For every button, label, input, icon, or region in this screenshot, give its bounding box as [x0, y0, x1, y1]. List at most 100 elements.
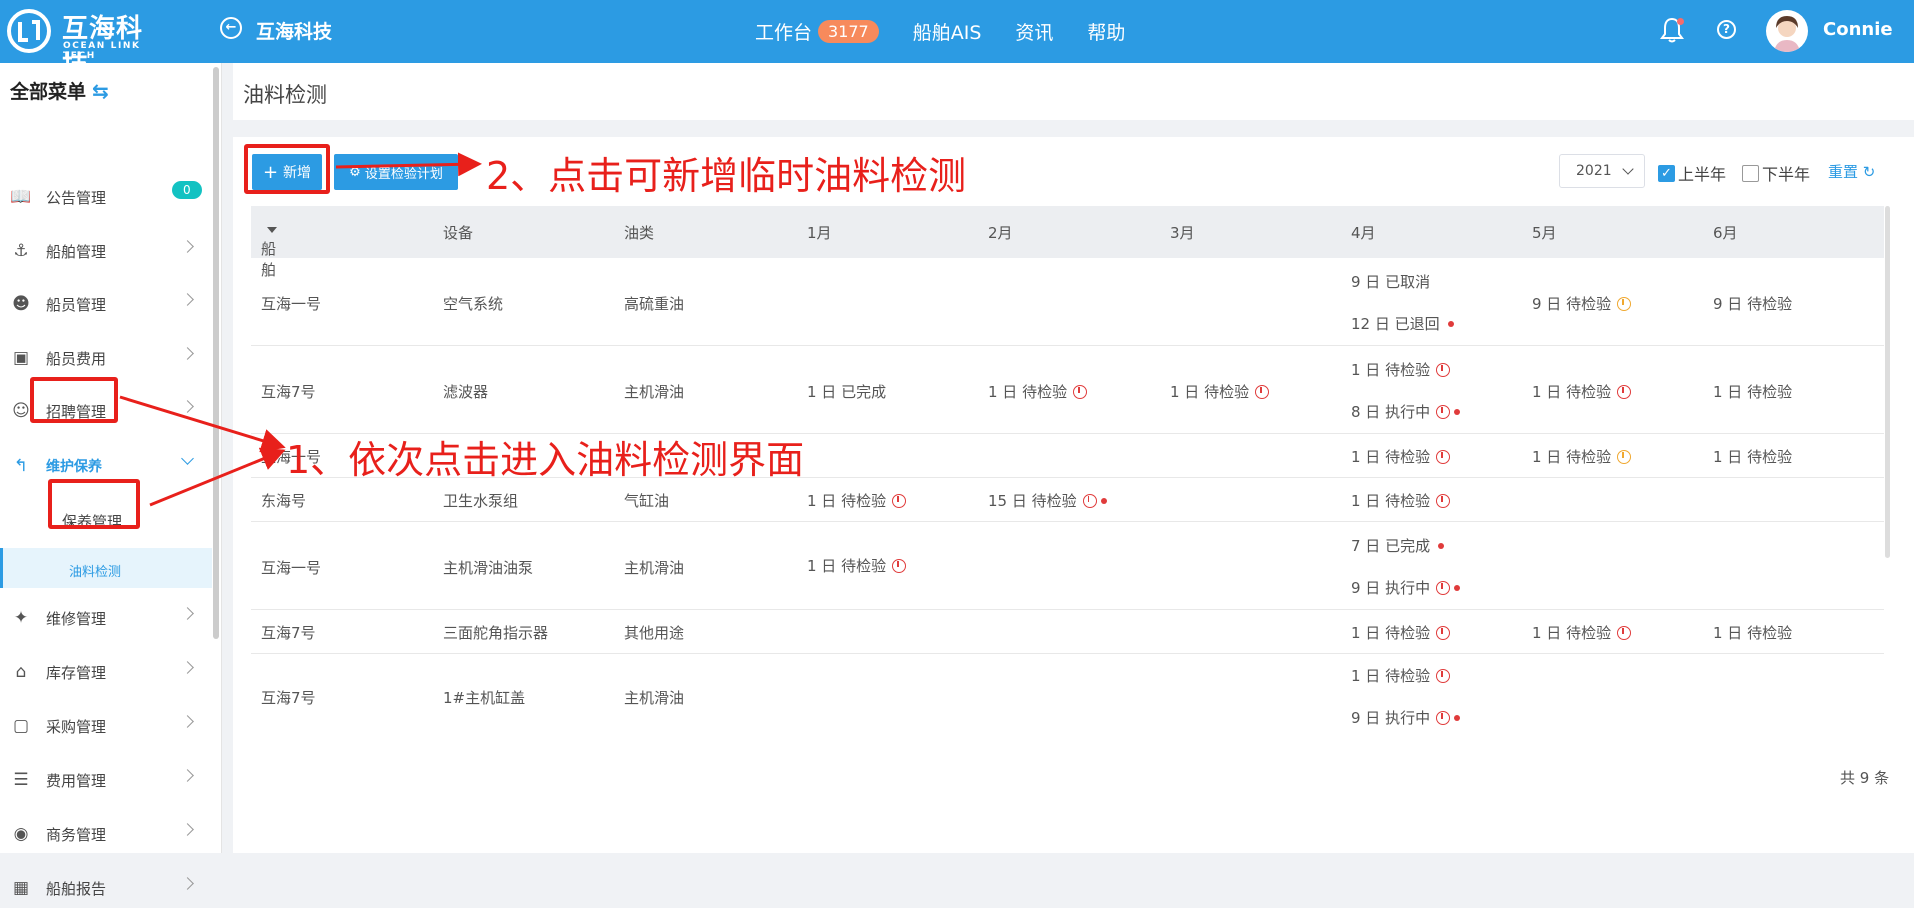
table-row[interactable]: 互海7号 三面舵角指示器 其他用途 1 日 待检验 1 日 待检验 1 日 待检…	[251, 610, 1884, 654]
total-count: 共 9 条	[1840, 769, 1890, 787]
table-row[interactable]: 东海号 卫生水泵组 气缸油 1 日 待检验 15 日 待检验 1 日 待检验	[251, 478, 1884, 522]
sidebar-item-costs[interactable]: ☰ 费用管理	[0, 760, 212, 800]
globe-icon: ◉	[13, 824, 29, 844]
chevron-right-icon	[181, 240, 194, 253]
apr-entry[interactable]: 9 日 执行中	[1351, 707, 1461, 728]
sidebar-item-repairs[interactable]: ✦ 维修管理	[0, 598, 212, 638]
feb-entry[interactable]: 15 日 待检验	[988, 490, 1107, 511]
sidebar-item-business[interactable]: ◉ 商务管理	[0, 814, 212, 854]
red-dot-icon	[1454, 714, 1461, 721]
apr-entry[interactable]: 8 日 执行中	[1351, 401, 1461, 422]
sidebar-item-crew[interactable]: ☻ 船员管理	[0, 284, 212, 324]
sidebar-item-crew-expenses[interactable]: ▣ 船员费用	[0, 338, 212, 378]
nav-workbench[interactable]: 工作台 3177	[755, 18, 879, 45]
chevron-right-icon	[181, 347, 194, 360]
sidebar-item-label: 船员费用	[46, 349, 107, 368]
entry-text: 9 日 待检验	[1713, 295, 1793, 313]
jun-entry[interactable]: 1 日 待检验	[1713, 622, 1792, 643]
anchor-icon: ⚓	[13, 241, 29, 261]
avatar[interactable]	[1766, 10, 1808, 52]
jan-entry[interactable]: 1 日 待检验	[807, 555, 907, 576]
nav-ship-ais[interactable]: 船舶AIS	[913, 18, 982, 45]
apr-entry[interactable]: 9 日 执行中	[1351, 577, 1461, 598]
chevron-right-icon	[181, 607, 194, 620]
red-dot-icon	[1100, 497, 1107, 504]
table-scrollbar[interactable]	[1885, 206, 1890, 558]
entry-text: 9 日 执行中	[1351, 709, 1431, 727]
repair-icon: ✦	[13, 608, 29, 628]
may-entry[interactable]: 1 日 待检验	[1532, 622, 1632, 643]
apr-entry[interactable]: 7 日 已完成	[1351, 535, 1445, 556]
may-entry[interactable]: 1 日 待检验	[1532, 381, 1632, 402]
apr-entry[interactable]: 1 日 待检验	[1351, 622, 1451, 643]
clock-alert-icon	[1082, 493, 1097, 508]
logo[interactable]: 互海科技 OCEAN LINK TECH	[6, 6, 166, 81]
annotation-step-2: 2、点击可新增临时油料检测	[486, 154, 967, 198]
clock-warning-icon	[1617, 449, 1632, 464]
ship-cell: 互海7号	[261, 383, 316, 401]
logo-text-en: OCEAN LINK TECH	[63, 41, 141, 61]
jan-entry[interactable]: 1 日 待检验	[807, 490, 907, 511]
chevron-down-icon	[1622, 163, 1634, 175]
table-row[interactable]: 互海一号 主机滑油油泵 主机滑油 1 日 待检验 7 日 已完成 9 日 执行中	[251, 522, 1884, 610]
help-circle-icon[interactable]: ?	[1717, 20, 1736, 39]
nav-news[interactable]: 资讯	[1015, 18, 1053, 45]
reset-button[interactable]: 重置 ↻	[1828, 161, 1875, 182]
apr-entry[interactable]: 1 日 待检验	[1351, 359, 1451, 380]
sidebar-item-inventory[interactable]: ⌂ 库存管理	[0, 652, 212, 692]
table-row[interactable]: 互海7号 1#主机缸盖 主机滑油 1 日 待检验 9 日 执行中	[251, 654, 1884, 742]
clock-alert-icon	[1436, 625, 1451, 640]
table-row[interactable]: 互海一号 空气系统 高硫重油 9 日 已取消 12 日 已退回 9 日 待检验 …	[251, 258, 1884, 346]
sidebar-item-announcements[interactable]: 📖 公告管理 0	[0, 177, 212, 217]
jan-entry[interactable]: 1 日 已完成	[807, 381, 886, 402]
chevron-right-icon	[181, 715, 194, 728]
annotation-box-oil-testing	[48, 479, 140, 529]
jun-entry[interactable]: 1 日 待检验	[1713, 381, 1792, 402]
bell-icon[interactable]	[1660, 16, 1684, 44]
user-name[interactable]: Connie	[1823, 19, 1893, 40]
entry-text: 1 日 待检验	[807, 492, 887, 510]
first-half-label: 上半年	[1678, 165, 1727, 184]
first-half-checkbox[interactable]: ✓ 上半年	[1658, 161, 1726, 185]
entry-text: 9 日 执行中	[1351, 579, 1431, 597]
red-dot-icon	[1454, 584, 1461, 591]
column-header-ship[interactable]: 船舶	[261, 222, 277, 279]
jun-entry[interactable]: 1 日 待检验	[1713, 446, 1792, 467]
may-entry[interactable]: 1 日 待检验	[1532, 446, 1632, 467]
sidebar: 全部菜单 ⇆ 📖 公告管理 0 ⚓ 船舶管理 ☻ 船员管理 ▣ 船员费用 ☺ 招聘…	[0, 63, 222, 898]
sidebar-item-purchasing[interactable]: ▢ 采购管理	[0, 706, 212, 746]
second-half-label: 下半年	[1762, 165, 1811, 184]
may-entry[interactable]: 9 日 待检验	[1532, 293, 1632, 314]
calendar-icon: ▦	[12, 878, 30, 898]
sidebar-item-ships[interactable]: ⚓ 船舶管理	[0, 231, 212, 271]
sidebar-item-label: 商务管理	[46, 825, 107, 844]
entry-text: 1 日 已完成	[807, 383, 887, 401]
menu-header: 全部菜单 ⇆	[10, 77, 109, 104]
mar-entry[interactable]: 1 日 待检验	[1170, 381, 1270, 402]
annotation-box-add	[244, 144, 330, 194]
year-value: 2021	[1576, 163, 1612, 179]
sidebar-item-label: 公告管理	[46, 188, 107, 207]
apr-entry[interactable]: 1 日 待检验	[1351, 665, 1451, 686]
apr-entry[interactable]: 9 日 已取消	[1351, 271, 1430, 292]
second-half-checkbox[interactable]: 下半年	[1742, 161, 1810, 185]
sidebar-subitem-oil-testing[interactable]: 油料检测	[0, 548, 212, 588]
sidebar-scrollbar[interactable]	[213, 67, 219, 639]
oil-cell: 其他用途	[624, 624, 685, 642]
apr-entry[interactable]: 1 日 待检验	[1351, 490, 1451, 511]
back-arrow-icon[interactable]: ←	[220, 17, 242, 39]
apr-entry[interactable]: 12 日 已退回	[1351, 313, 1454, 334]
entry-text: 15 日 待检验	[988, 492, 1077, 510]
apr-entry[interactable]: 1 日 待检验	[1351, 446, 1451, 467]
table-row[interactable]: 互海7号 滤波器 主机滑油 1 日 已完成 1 日 待检验 1 日 待检验 1 …	[251, 346, 1884, 434]
reset-label: 重置	[1828, 163, 1859, 181]
year-select[interactable]: 2021	[1559, 154, 1645, 188]
switch-arrows-icon[interactable]: ⇆	[92, 79, 109, 103]
feb-entry[interactable]: 1 日 待检验	[988, 381, 1088, 402]
nav-help[interactable]: 帮助	[1087, 18, 1125, 45]
wallet-icon: ▣	[12, 348, 30, 368]
entry-text: 1 日 待检验	[1170, 383, 1250, 401]
set-inspection-plan-button[interactable]: ⚙ 设置检验计划	[334, 154, 458, 190]
jun-entry[interactable]: 9 日 待检验	[1713, 293, 1792, 314]
sidebar-item-ship-reports[interactable]: ▦ 船舶报告	[0, 868, 212, 908]
